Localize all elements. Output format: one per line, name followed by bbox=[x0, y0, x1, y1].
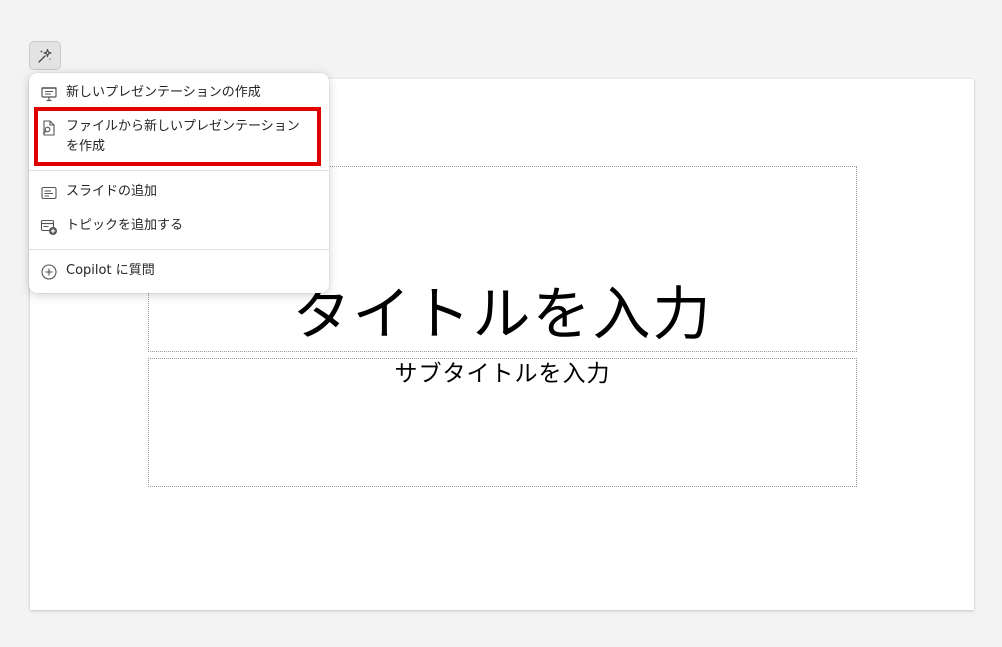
menu-item-label: トピックを追加する bbox=[66, 218, 184, 233]
menu-item-new-from-file[interactable]: ファイルから新しいプレゼンテーションを作成 bbox=[29, 117, 329, 161]
menu-item-label: ファイルから新しいプレゼンテーションを作成 bbox=[66, 119, 300, 154]
menu-divider bbox=[29, 170, 329, 171]
add-circle-icon bbox=[41, 264, 57, 280]
menu-item-label: Copilot に質問 bbox=[66, 263, 155, 278]
copilot-button[interactable] bbox=[29, 41, 61, 70]
menu-item-label: 新しいプレゼンテーションの作成 bbox=[66, 85, 261, 100]
subtitle-placeholder-text: サブタイトルを入力 bbox=[394, 361, 611, 387]
menu-item-add-topic[interactable]: トピックを追加する bbox=[29, 216, 329, 238]
slide-icon bbox=[41, 186, 57, 200]
menu-item-label: スライドの追加 bbox=[66, 184, 158, 199]
sparkle-wand-icon bbox=[38, 48, 52, 63]
menu-divider bbox=[29, 249, 329, 250]
file-search-icon bbox=[42, 120, 55, 136]
copilot-menu: 新しいプレゼンテーションの作成 ファイルから新しいプレゼンテーションを作成 スラ… bbox=[29, 73, 329, 293]
subtitle-placeholder[interactable]: サブタイトルを入力 bbox=[148, 358, 857, 487]
add-topic-icon bbox=[40, 219, 57, 235]
menu-item-ask-copilot[interactable]: Copilot に質問 bbox=[29, 261, 329, 283]
presentation-icon bbox=[41, 87, 57, 102]
menu-item-new-presentation[interactable]: 新しいプレゼンテーションの作成 bbox=[29, 83, 329, 105]
menu-item-add-slide[interactable]: スライドの追加 bbox=[29, 182, 329, 204]
